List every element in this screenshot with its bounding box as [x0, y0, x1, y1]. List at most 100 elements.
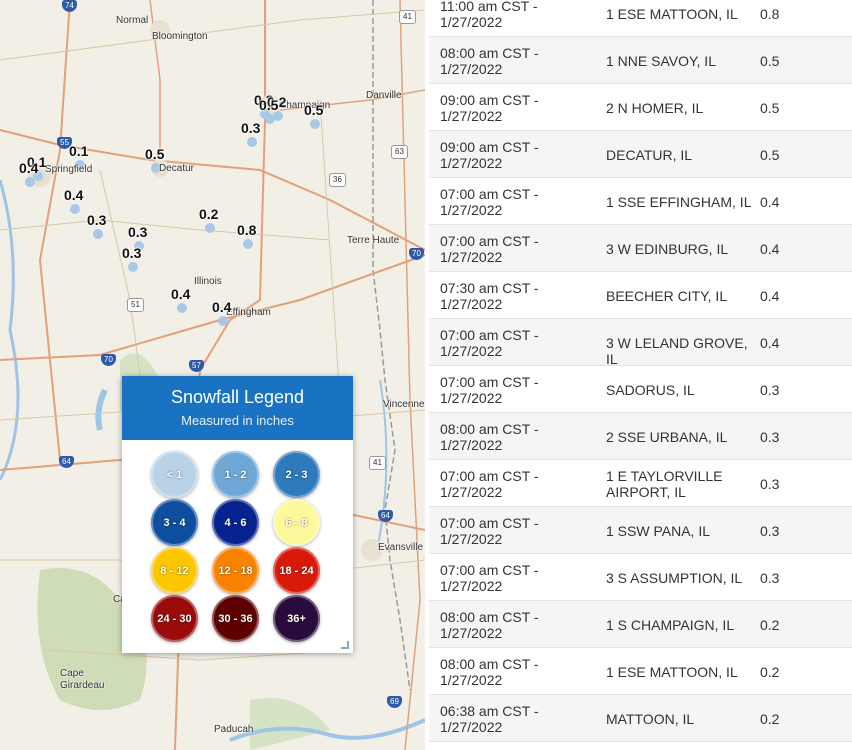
snowfall-amount-label: 0.4 [212, 299, 232, 315]
report-location: 3 W LELAND GROVE, IL [606, 335, 748, 367]
city-label: Decatur [159, 163, 195, 174]
legend-swatch: < 1 [151, 451, 198, 498]
report-location: 1 SSE EFFINGHAM, IL [606, 194, 752, 210]
report-time: 07:00 am CST - 1/27/2022 [440, 468, 539, 500]
report-snowfall-value: 0.4 [760, 335, 780, 351]
snowfall-amount-label: 0.3 [128, 224, 148, 240]
report-snowfall-value: 0.5 [760, 53, 780, 69]
report-snowfall-value: 0.3 [760, 382, 780, 398]
report-snowfall-value: 0.2 [760, 711, 780, 727]
snowfall-amount-label: 0.5 [145, 146, 165, 162]
legend-swatch: 30 - 36 [212, 595, 259, 642]
table-row[interactable]: 06:38 am CST - 1/27/2022 MATTOON, IL 0.2 [429, 695, 852, 742]
report-location: 1 ESE MATTOON, IL [606, 6, 738, 22]
snowfall-report-marker[interactable] [128, 262, 138, 272]
snowfall-amount-label: 0.3 [241, 120, 261, 136]
city-label: Evansville [378, 542, 424, 553]
report-snowfall-value: 0.3 [760, 476, 780, 492]
city-label: Cape [60, 668, 84, 679]
report-snowfall-value: 0.5 [760, 147, 780, 163]
snowfall-report-marker[interactable] [310, 119, 320, 129]
report-location: 2 SSE URBANA, IL [606, 429, 728, 445]
report-snowfall-value: 0.3 [760, 570, 780, 586]
snowfall-report-marker[interactable] [70, 204, 80, 214]
city-label: Illinois [194, 276, 222, 287]
city-label: Springfield [45, 164, 93, 175]
table-row[interactable]: 08:00 am CST - 1/27/2022 2 SSE URBANA, IL… [429, 413, 852, 460]
legend-swatch: 4 - 6 [212, 499, 259, 546]
snowfall-report-marker[interactable] [93, 229, 103, 239]
snowfall-amount-label: 0.4 [64, 187, 84, 203]
report-snowfall-value: 0.2 [760, 617, 780, 633]
table-row[interactable]: 07:00 am CST - 1/27/2022 3 W LELAND GROVE… [429, 319, 852, 367]
report-time: 08:00 am CST - 1/27/2022 [440, 45, 539, 77]
report-location: DECATUR, IL [606, 147, 693, 163]
legend-title: Snowfall Legend [170, 387, 305, 407]
table-row[interactable]: 07:30 am CST - 1/27/2022 BEECHER CITY, IL… [429, 272, 852, 319]
report-time: 08:00 am CST - 1/27/2022 [440, 421, 539, 453]
table-row[interactable]: 08:00 am CST - 1/27/2022 1 ESE MATTOON, I… [429, 648, 852, 695]
snowfall-report-marker[interactable] [205, 223, 215, 233]
city-label: Vincennes [383, 399, 425, 410]
highway-shield-icon: 41 [369, 456, 386, 470]
legend-swatch: 12 - 18 [212, 547, 259, 594]
report-time: 06:38 am CST - 1/27/2022 [440, 703, 539, 735]
highway-shield-icon: 51 [127, 298, 144, 312]
report-location: 1 SSW PANA, IL [606, 523, 710, 539]
snowfall-report-table[interactable]: 11:00 am CST - 1/27/2022 1 ESE MATTOON, I… [429, 0, 852, 750]
report-location: 2 N HOMER, IL [606, 100, 704, 116]
snowfall-report-marker[interactable] [265, 114, 275, 124]
table-row[interactable]: 08:00 am CST - 1/27/2022 1 NNE SAVOY, IL 0… [429, 37, 852, 84]
table-row[interactable]: 07:00 am CST - 1/27/2022 1 SSE EFFINGHAM,… [429, 178, 852, 225]
report-location: 1 S CHAMPAIGN, IL [606, 617, 735, 633]
legend-header: Snowfall Legend Measured in inches [122, 376, 353, 440]
snowfall-amount-label: 0.4 [19, 160, 39, 176]
resize-handle-icon[interactable] [341, 641, 349, 649]
report-location: BEECHER CITY, IL [606, 288, 728, 304]
report-time: 09:00 am CST - 1/27/2022 [440, 139, 539, 171]
snowfall-report-marker[interactable] [247, 137, 257, 147]
table-row[interactable]: 09:00 am CST - 1/27/2022 DECATUR, IL 0.5 [429, 131, 852, 178]
table-row[interactable]: 09:00 am CST - 1/27/2022 2 N HOMER, IL 0.5 [429, 84, 852, 131]
city-label: Effingham [226, 307, 271, 318]
highway-shield-icon: 36 [329, 173, 346, 187]
city-label: Danville [366, 90, 402, 101]
report-snowfall-value: 0.5 [760, 100, 780, 116]
report-snowfall-value: 0.3 [760, 429, 780, 445]
snowfall-amount-label: 0.5 [304, 102, 324, 118]
legend-swatch: 18 - 24 [273, 547, 320, 594]
snowfall-report-marker[interactable] [25, 177, 35, 187]
city-label: Bloomington [152, 31, 208, 42]
report-snowfall-value: 0.8 [760, 6, 780, 22]
legend-swatch: 1 - 2 [212, 451, 259, 498]
snowfall-amount-label: 0.2 [199, 206, 219, 222]
report-location: 1 E TAYLORVILLE AIRPORT, IL [606, 468, 723, 500]
report-time: 08:00 am CST - 1/27/2022 [440, 656, 539, 688]
table-row[interactable]: 07:00 am CST - 1/27/2022 3 S ASSUMPTION, … [429, 554, 852, 601]
table-row[interactable]: 07:00 am CST - 1/27/2022 SADORUS, IL 0.3 [429, 366, 852, 413]
snowfall-amount-label: 0.5 [259, 97, 279, 113]
snowfall-report-marker[interactable] [243, 239, 253, 249]
report-location: 1 ESE MATTOON, IL [606, 664, 738, 680]
snowfall-report-marker[interactable] [177, 303, 187, 313]
table-row[interactable]: 08:00 am CST - 1/27/2022 1 S CHAMPAIGN, I… [429, 601, 852, 648]
snowfall-amount-label: 0.4 [171, 286, 191, 302]
report-location: SADORUS, IL [606, 382, 695, 398]
highway-shield-icon: 63 [391, 145, 408, 159]
city-label: Paducah [214, 724, 254, 735]
legend-swatch: 2 - 3 [273, 451, 320, 498]
snowfall-amount-label: 0.1 [69, 143, 89, 159]
report-snowfall-value: 0.2 [760, 664, 780, 680]
report-time: 07:00 am CST - 1/27/2022 [440, 562, 539, 594]
snowfall-legend: Snowfall Legend Measured in inches < 1 1 … [122, 376, 353, 653]
table-row[interactable]: 11:00 am CST - 1/27/2022 1 ESE MATTOON, I… [429, 0, 852, 37]
report-snowfall-value: 0.4 [760, 288, 780, 304]
report-snowfall-value: 0.4 [760, 241, 780, 257]
report-location: 1 NNE SAVOY, IL [606, 53, 716, 69]
table-row[interactable]: 07:00 am CST - 1/27/2022 1 SSW PANA, IL 0.… [429, 507, 852, 554]
report-snowfall-value: 0.3 [760, 523, 780, 539]
table-row[interactable]: 07:00 am CST - 1/27/2022 3 W EDINBURG, IL… [429, 225, 852, 272]
table-row[interactable]: 07:00 am CST - 1/27/2022 1 E TAYLORVILLE … [429, 460, 852, 507]
city-label: Terre Haute [347, 235, 400, 246]
snowfall-amount-label: 0.3 [122, 245, 142, 261]
